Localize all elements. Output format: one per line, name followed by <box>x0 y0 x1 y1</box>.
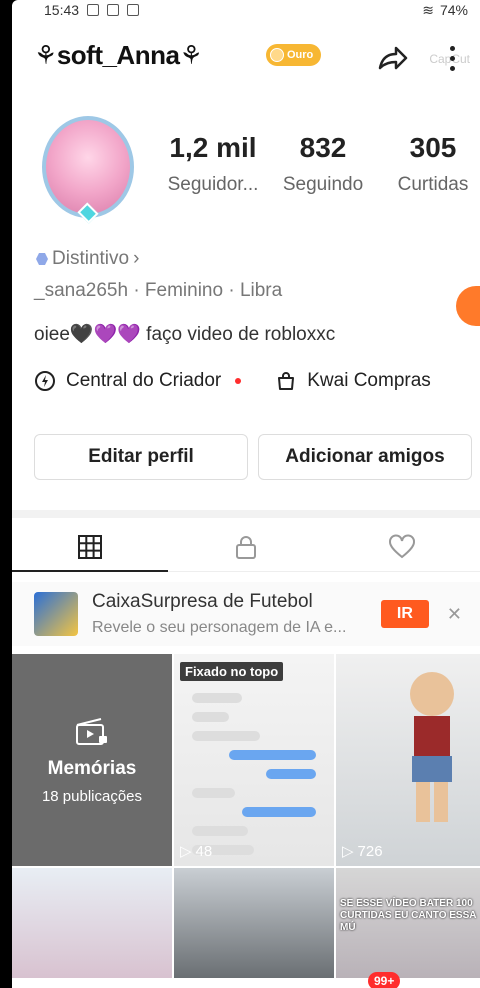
memories-title: Memórias <box>47 757 137 779</box>
profile-actions: Editar perfil Adicionar amigos <box>34 434 472 480</box>
quick-links: Central do Criador Kwai Compras <box>34 370 431 392</box>
video-icon <box>127 4 140 16</box>
stat-likes[interactable]: 305 Curtidas <box>378 132 480 196</box>
video-tile[interactable] <box>174 868 334 978</box>
play-icon: ▷ <box>342 843 354 860</box>
content-tabs <box>12 522 480 572</box>
sponsored-banner[interactable]: CaixaSurpresa de Futebol Revele o seu pe… <box>12 582 480 646</box>
chat-thumbnail <box>192 684 316 864</box>
likes-label: Curtidas <box>397 174 469 195</box>
tab-private[interactable] <box>168 522 324 571</box>
posts-grid: Memórias 18 publicações Fixado no topo ▷… <box>12 654 480 978</box>
shopping-bag-icon <box>278 372 295 390</box>
profile-username: ⚘soft_Anna⚘ <box>34 40 203 71</box>
followers-label: Seguidor... <box>167 174 259 195</box>
memories-count: 18 publicações <box>41 787 143 805</box>
top-bar: ⚘soft_Anna⚘ Ouro CapCut <box>12 28 480 84</box>
memories-tile[interactable]: Memórias 18 publicações <box>12 654 172 866</box>
ad-subtitle: Revele o seu personagem de IA e... <box>92 619 347 636</box>
clapperboard-icon <box>76 717 107 745</box>
username-text: soft_Anna <box>56 40 180 70</box>
ad-title: CaixaSurpresa de Futebol <box>92 591 313 612</box>
lock-icon <box>236 535 256 559</box>
distintivo-link[interactable]: Distintivo › <box>36 248 139 270</box>
video-tile[interactable]: SE ESSE VÍDEO BATER 100 CURTIDAS EU CANT… <box>336 868 480 978</box>
heart-icon <box>389 534 415 558</box>
video-tile[interactable] <box>12 868 172 978</box>
notification-badge: 99+ <box>368 972 401 988</box>
section-divider <box>12 510 480 518</box>
image-icon <box>107 4 120 16</box>
profile-meta: _sana265h · Feminino · Libra <box>34 280 283 301</box>
share-button[interactable] <box>372 38 412 78</box>
edit-profile-button[interactable]: Editar perfil <box>34 434 248 480</box>
likes-count: 305 <box>409 132 457 163</box>
profile-screen: 15:43 ≋ 74% ⚘soft_Anna⚘ Ouro CapCut <box>12 0 480 988</box>
coin-icon <box>270 48 284 62</box>
tab-posts[interactable] <box>12 522 168 572</box>
character-thumbnail <box>410 672 454 822</box>
wifi-icon: ≋ <box>422 1 434 18</box>
close-icon[interactable]: ✕ <box>447 604 462 625</box>
gold-badge[interactable]: Ouro <box>266 44 322 66</box>
tab-liked[interactable] <box>324 522 480 571</box>
decor-left-icon: ⚘ <box>34 40 57 70</box>
stat-following[interactable]: 832 Seguindo <box>268 132 378 196</box>
decor-right-icon: ⚘ <box>179 40 203 70</box>
more-icon <box>449 45 455 51</box>
pinned-video-tile[interactable]: Fixado no topo ▷ 48 <box>174 654 334 866</box>
grid-icon <box>78 534 102 559</box>
gold-badge-label: Ouro <box>287 49 314 61</box>
hexagon-icon <box>36 253 48 265</box>
battery-text: 74% <box>439 2 468 18</box>
new-dot <box>235 378 242 384</box>
notification-icon <box>87 4 100 16</box>
floating-edge-button[interactable] <box>456 286 480 326</box>
pinned-label: Fixado no topo <box>180 662 284 681</box>
chevron-right-icon: › <box>133 248 140 269</box>
ad-cta-button[interactable]: IR <box>380 600 429 628</box>
following-label: Seguindo <box>282 174 364 195</box>
creator-center-label: Central do Criador <box>66 370 222 391</box>
share-icon <box>378 46 408 70</box>
profile-bio: oiee🖤💜💜 faço video de robloxxc <box>34 324 336 345</box>
play-icon: ▷ <box>180 843 192 860</box>
view-count: ▷ 726 <box>342 842 383 861</box>
view-count-1: 48 <box>195 842 213 860</box>
kwai-shop-link[interactable]: Kwai Compras <box>275 370 431 392</box>
more-options-button[interactable] <box>438 38 466 78</box>
view-count-2: 726 <box>357 842 383 860</box>
avatar[interactable] <box>38 112 138 224</box>
distintivo-label: Distintivo <box>52 248 130 269</box>
bolt-icon <box>35 371 55 391</box>
view-count: ▷ 48 <box>180 842 213 861</box>
creator-center-link[interactable]: Central do Criador <box>34 370 242 392</box>
kwai-shop-label: Kwai Compras <box>307 370 431 391</box>
video-caption-overlay: SE ESSE VÍDEO BATER 100 CURTIDAS EU CANT… <box>340 898 477 933</box>
ad-thumbnail <box>34 592 78 636</box>
followers-count: 1,2 mil <box>169 132 257 163</box>
add-friends-button[interactable]: Adicionar amigos <box>258 434 472 480</box>
profile-stats: 1,2 mil Seguidor... 832 Seguindo 305 Cur… <box>158 132 480 196</box>
video-tile[interactable]: ▷ 726 <box>336 654 480 866</box>
status-bar: 15:43 ≋ 74% <box>12 0 480 20</box>
stat-followers[interactable]: 1,2 mil Seguidor... <box>158 132 268 196</box>
clock: 15:43 <box>44 2 80 18</box>
following-count: 832 <box>299 132 347 163</box>
